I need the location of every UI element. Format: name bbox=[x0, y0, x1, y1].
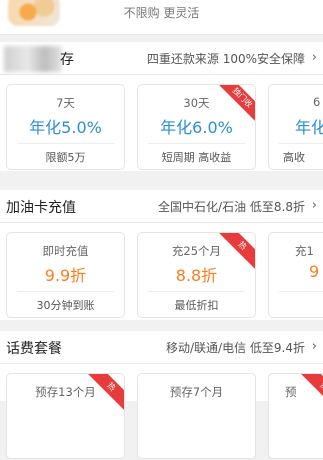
card-label: 7天 bbox=[56, 96, 75, 110]
section-title: 存 bbox=[60, 52, 74, 68]
card-label: 预存13个月 bbox=[35, 385, 96, 399]
section-header[interactable]: 加油卡充值 全国中石化/石油 低至8.8折 › bbox=[0, 190, 323, 223]
card-footer: 高收 bbox=[283, 151, 305, 164]
section-title: 话费套餐 bbox=[6, 341, 62, 357]
section-phone-plan: 话费套餐 移动/联通/电信 低至9.4折 › 热 预存13个月 预存7个月 热 … bbox=[0, 331, 323, 459]
banner-tagline: 不限购 更灵活 bbox=[123, 6, 200, 20]
section-fuel-card: 加油卡充值 全国中石化/石油 低至8.8折 › 即时充值 9.9折 30分钟到账… bbox=[0, 190, 323, 320]
product-card-6[interactable]: 6 年化 高收 bbox=[268, 84, 323, 170]
card-label: 6 bbox=[313, 95, 321, 109]
section-description: 四重还款来源 100%安全保障 bbox=[146, 52, 305, 66]
card-divider bbox=[279, 291, 323, 292]
card-label: 即时充值 bbox=[42, 244, 89, 258]
card-label: 充25个月 bbox=[171, 244, 222, 258]
chevron-right-icon: › bbox=[311, 198, 317, 213]
card-divider bbox=[148, 143, 245, 144]
card-footer: 30分钟到账 bbox=[36, 299, 95, 312]
product-card-7months[interactable]: 预存7个月 bbox=[137, 373, 256, 459]
top-banner: 不限购 更灵活 bbox=[0, 0, 323, 35]
section-header[interactable]: 话费套餐 移动/联通/电信 低至9.4折 › bbox=[0, 331, 323, 364]
product-card-partial[interactable]: 充1 9 bbox=[268, 232, 323, 318]
card-label: 充1 bbox=[295, 244, 314, 258]
section-title: 加油卡充值 bbox=[6, 200, 76, 216]
card-divider bbox=[148, 291, 245, 292]
card-divider bbox=[17, 143, 114, 144]
section-deposit: 存 四重还款来源 100%安全保障 › 7天 年化5.0% 限额5万 独门收 3… bbox=[0, 42, 323, 171]
card-rate: 9 bbox=[309, 262, 320, 281]
card-footer: 限额5万 bbox=[45, 151, 86, 164]
card-label: 预 bbox=[285, 385, 297, 399]
product-card-partial[interactable]: 热 预 bbox=[268, 373, 323, 459]
section-description: 移动/联通/电信 低至9.4折 bbox=[166, 341, 305, 355]
card-footer: 最低折扣 bbox=[174, 299, 219, 312]
card-rate: 年化6.0% bbox=[160, 118, 233, 137]
blurred-title-mask bbox=[4, 46, 62, 72]
card-label: 预存7个月 bbox=[169, 385, 224, 399]
chevron-right-icon: › bbox=[311, 339, 317, 354]
card-divider bbox=[17, 291, 114, 292]
card-rate: 9.9折 bbox=[44, 266, 87, 285]
product-card-13months[interactable]: 热 预存13个月 bbox=[6, 373, 125, 459]
card-rate: 年化5.0% bbox=[29, 118, 102, 137]
card-label: 30天 bbox=[183, 96, 210, 110]
product-card-25months[interactable]: 热 充25个月 8.8折 最低折扣 bbox=[137, 232, 256, 318]
product-card-30day[interactable]: 独门收 30天 年化6.0% 短周期 高收益 bbox=[137, 84, 256, 170]
card-rate: 年化 bbox=[295, 118, 323, 137]
chevron-right-icon: › bbox=[311, 50, 317, 65]
section-description: 全国中石化/石油 低至8.8折 bbox=[158, 200, 305, 214]
card-footer: 短周期 高收益 bbox=[161, 151, 232, 164]
card-rate: 8.8折 bbox=[175, 266, 218, 285]
product-card-7day[interactable]: 7天 年化5.0% 限额5万 bbox=[6, 84, 125, 170]
card-divider bbox=[279, 143, 323, 144]
product-card-instant[interactable]: 即时充值 9.9折 30分钟到账 bbox=[6, 232, 125, 318]
section-header[interactable]: 存 四重还款来源 100%安全保障 › bbox=[0, 42, 323, 75]
